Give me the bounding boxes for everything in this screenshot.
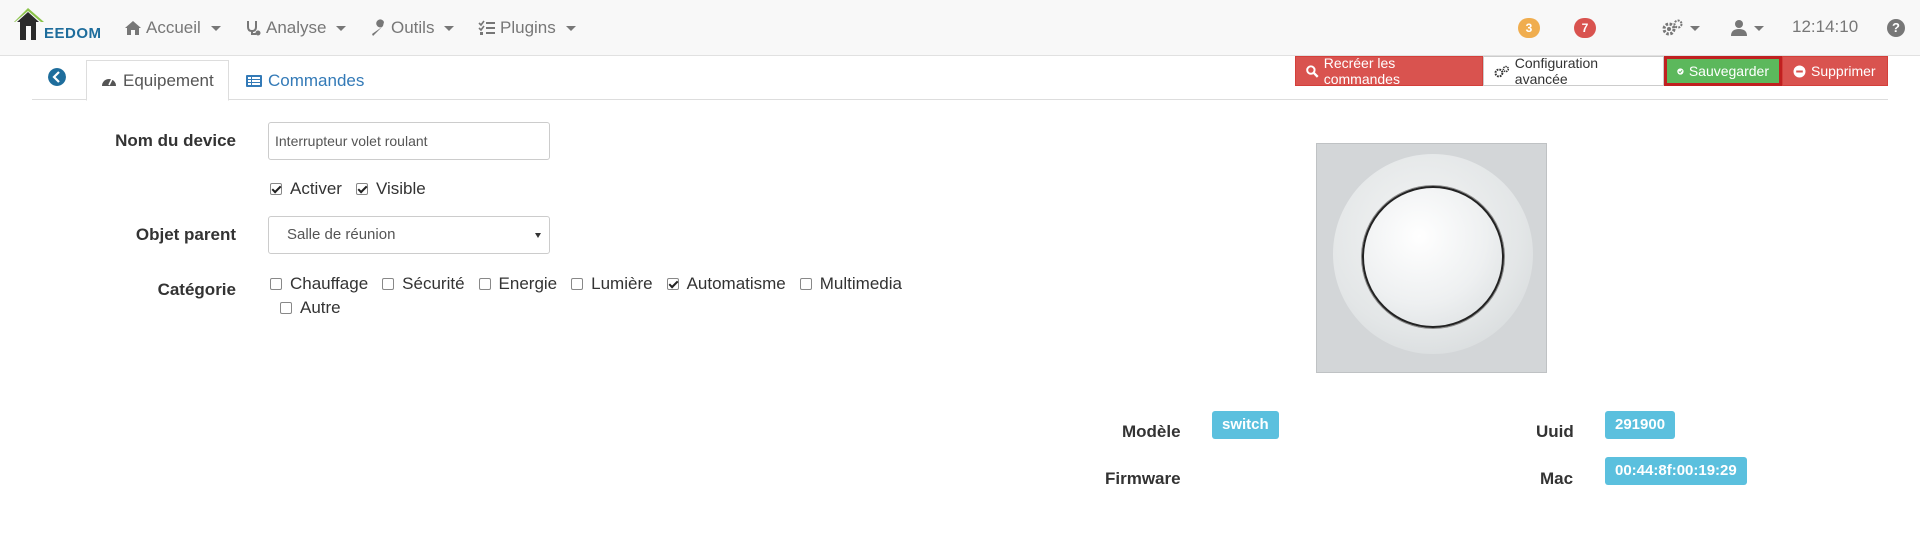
category-chauffage[interactable]: Chauffage [270, 274, 368, 294]
category-autre[interactable]: Autre [280, 298, 341, 318]
category-lumiere-box[interactable] [571, 278, 584, 290]
parent-object-label: Objet parent [135, 225, 236, 244]
help-icon[interactable]: ? [1887, 19, 1905, 37]
nav-accueil-label: Accueil [146, 18, 201, 37]
parent-object-select[interactable]: Salle de réunion [268, 216, 550, 254]
chevron-down-icon [336, 25, 347, 31]
category-securite-box[interactable] [382, 278, 395, 290]
list-icon [246, 74, 262, 87]
gears-icon [1662, 19, 1683, 36]
nav-analyse-label: Analyse [266, 18, 327, 37]
category-multimedia[interactable]: Multimedia [799, 274, 902, 294]
device-name-label: Nom du device [115, 131, 236, 150]
device-name-input[interactable]: Interrupteur volet roulant [268, 122, 550, 160]
tab-commandes-label: Commandes [268, 70, 365, 90]
chevron-down-icon [535, 233, 541, 238]
user-icon [1731, 20, 1747, 36]
category-lumiere[interactable]: Lumière [571, 274, 653, 294]
category-multimedia-box[interactable] [799, 278, 812, 290]
tab-equipement[interactable]: Equipement [86, 60, 229, 101]
settings-menu[interactable] [1662, 0, 1700, 56]
category-chauffage-box[interactable] [270, 278, 282, 290]
top-navbar: EEDOM Accueil Analyse Outils Plugins 3 7… [0, 0, 1920, 56]
visible-checkbox[interactable]: Visible [355, 179, 426, 199]
recreate-commands-button[interactable]: Recréer les commandes [1295, 55, 1483, 87]
save-label: Sauvegarder [1688, 63, 1769, 79]
user-menu[interactable] [1730, 0, 1764, 56]
minus-circle-icon [1793, 65, 1806, 77]
visible-label: Visible [375, 179, 426, 198]
house-logo-icon [14, 8, 44, 40]
category-autre-box[interactable] [280, 302, 292, 314]
save-button[interactable]: Sauvegarder [1664, 56, 1782, 86]
category-checkboxes: Chauffage Sécurité Energie Lumière Autom… [270, 274, 916, 294]
uuid-badge: 291900 [1605, 411, 1676, 439]
activate-checkbox[interactable]: Activer [270, 179, 342, 199]
mac-label: Mac [1540, 469, 1574, 488]
category-lumiere-label: Lumière [591, 274, 653, 293]
tab-commandes[interactable]: Commandes [232, 60, 378, 101]
parent-object-value: Salle de réunion [287, 226, 396, 243]
category-chauffage-label: Chauffage [290, 274, 369, 293]
delete-button[interactable]: Supprimer [1782, 56, 1888, 86]
advanced-config-label: Configuration avancée [1514, 55, 1599, 87]
firmware-label: Firmware [1105, 469, 1181, 488]
chevron-down-icon [210, 25, 221, 31]
chevron-down-icon [1690, 25, 1700, 31]
nav-outils[interactable]: Outils [369, 0, 455, 56]
nav-analyse[interactable]: Analyse [244, 0, 347, 56]
brand-text: EEDOM [44, 25, 102, 42]
activate-checkbox-box[interactable] [270, 183, 282, 195]
delete-label: Supprimer [1811, 63, 1876, 79]
uuid-label: Uuid [1536, 422, 1574, 441]
wrench-icon [372, 19, 384, 36]
category-label: Catégorie [157, 280, 236, 299]
category-checkboxes-row2: Autre [280, 298, 355, 318]
chevron-down-icon [444, 25, 455, 31]
category-energie[interactable]: Energie [478, 274, 558, 294]
jeedom-logo[interactable]: EEDOM [14, 8, 101, 48]
device-image [1316, 143, 1547, 373]
status-checkboxes: Activer Visible [270, 179, 440, 199]
advanced-config-button[interactable]: Configuration avancée [1483, 55, 1664, 87]
nav-plugins-label: Plugins [500, 18, 556, 37]
home-icon [125, 21, 141, 35]
category-automatisme[interactable]: Automatisme [666, 274, 786, 294]
switch-button [1362, 186, 1504, 328]
model-badge: switch [1212, 411, 1279, 439]
category-automatisme-box[interactable] [666, 278, 679, 290]
category-securite-label: Sécurité [402, 274, 465, 293]
warning-badge[interactable]: 3 [1518, 18, 1540, 38]
tasks-icon [478, 20, 495, 35]
category-automatisme-label: Automatisme [686, 274, 786, 293]
chevron-down-icon [1754, 25, 1764, 31]
category-autre-label: Autre [300, 298, 341, 317]
tab-equipement-label: Equipement [123, 70, 214, 90]
gears-icon [1494, 65, 1510, 77]
nav-outils-label: Outils [391, 18, 435, 37]
back-arrow-icon[interactable] [48, 68, 66, 86]
category-energie-label: Energie [498, 274, 558, 293]
category-multimedia-label: Multimedia [819, 274, 902, 293]
nav-plugins[interactable]: Plugins [478, 0, 576, 56]
recreate-commands-label: Recréer les commandes [1323, 55, 1400, 87]
chevron-down-icon [565, 25, 576, 31]
dashboard-icon [102, 78, 116, 86]
visible-checkbox-box[interactable] [355, 183, 368, 195]
danger-badge[interactable]: 7 [1574, 18, 1596, 38]
stethoscope-icon [247, 21, 261, 36]
mac-badge: 00:44:8f:00:19:29 [1605, 457, 1747, 485]
category-energie-box[interactable] [478, 278, 491, 290]
model-label: Modèle [1122, 422, 1181, 441]
category-securite[interactable]: Sécurité [382, 274, 465, 294]
check-circle-icon [1677, 67, 1684, 75]
nav-accueil[interactable]: Accueil [124, 0, 221, 56]
clock: 12:14:10 [1792, 17, 1859, 36]
activate-label: Activer [290, 179, 342, 198]
search-icon [1306, 64, 1319, 78]
